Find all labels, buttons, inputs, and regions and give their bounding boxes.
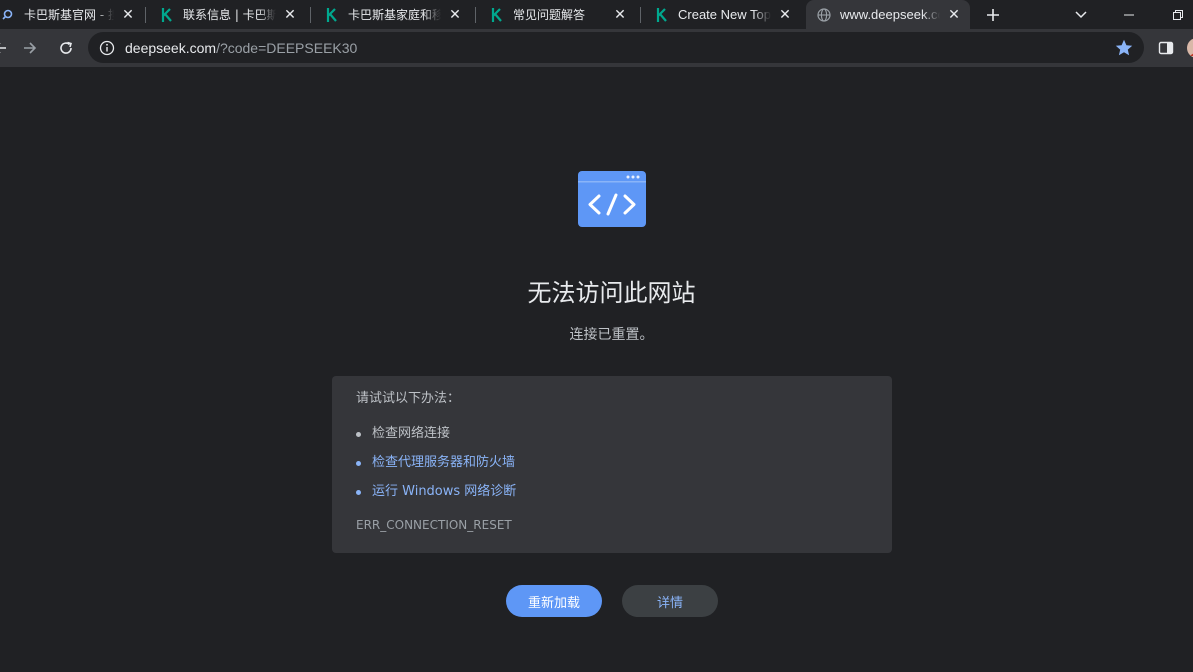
tab-separator: [145, 7, 146, 23]
close-icon[interactable]: ✕: [120, 7, 136, 23]
info-icon[interactable]: [99, 40, 115, 56]
restore-button[interactable]: [1164, 0, 1192, 29]
reload-page-button[interactable]: 重新加载: [506, 585, 602, 617]
tab-home-mobile[interactable]: 卡巴斯基家庭和移动 ✕: [319, 0, 469, 29]
tab-search-button[interactable]: [1070, 0, 1092, 29]
minimize-button[interactable]: [1115, 0, 1143, 29]
tab-separator: [475, 7, 476, 23]
tab-title: 卡巴斯基家庭和移动: [348, 6, 441, 23]
suggestion-check-network: 检查网络连接: [356, 426, 868, 455]
kaspersky-logo-icon: [159, 7, 175, 23]
tab-strip: 卡巴斯基官网 - 搜索 ✕ 联系信息 | 卡巴斯基 ✕ 卡巴斯基家庭和移动 ✕ …: [0, 0, 1193, 29]
side-panel-button[interactable]: [1152, 34, 1180, 62]
tab-separator: [640, 7, 641, 23]
url-host: deepseek.com: [125, 39, 217, 56]
close-icon[interactable]: ✕: [282, 7, 298, 23]
error-code: ERR_CONNECTION_RESET: [356, 518, 512, 532]
tab-faq[interactable]: 常见问题解答 ✕: [484, 0, 634, 29]
forward-button[interactable]: [16, 34, 44, 62]
page-title: 无法访问此网站: [527, 280, 696, 307]
toolbar: deepseek.com/?code=DEEPSEEK30: [0, 29, 1193, 67]
reload-button[interactable]: [52, 34, 80, 62]
minimize-icon: [1124, 14, 1134, 15]
tab-title: 常见问题解答: [513, 6, 606, 23]
suggestion-run-diagnostics-link[interactable]: 运行 Windows 网络诊断: [356, 484, 868, 513]
bookmark-star-icon[interactable]: [1114, 38, 1134, 58]
chevron-down-icon: [1075, 10, 1087, 18]
suggestions-intro: 请试试以下办法：: [356, 391, 461, 406]
suggestions-box: 请试试以下办法： 检查网络连接 检查代理服务器和防火墙 运行 Windows 网…: [332, 376, 892, 553]
side-panel-icon: [1158, 41, 1174, 55]
close-icon[interactable]: ✕: [777, 7, 793, 23]
url-text[interactable]: deepseek.com/?code=DEEPSEEK30: [125, 40, 357, 56]
suggestion-check-proxy-link[interactable]: 检查代理服务器和防火墙: [356, 455, 868, 484]
kaspersky-logo-icon: [324, 7, 340, 23]
code-window-icon: [578, 171, 646, 227]
url-path: /?code=DEEPSEEK30: [216, 39, 358, 56]
back-button[interactable]: [0, 34, 14, 62]
address-bar[interactable]: deepseek.com/?code=DEEPSEEK30: [88, 32, 1144, 63]
restore-icon: [1173, 9, 1183, 20]
tab-contact-info[interactable]: 联系信息 | 卡巴斯基 ✕: [154, 0, 304, 29]
suggestions-list: 检查网络连接 检查代理服务器和防火墙 运行 Windows 网络诊断: [356, 426, 868, 513]
tab-title: 联系信息 | 卡巴斯基: [183, 6, 276, 23]
close-icon[interactable]: ✕: [612, 7, 628, 23]
tab-deepseek[interactable]: www.deepseek.com ✕: [806, 0, 970, 29]
error-page: 无法访问此网站 连接已重置。 请试试以下办法： 检查网络连接 检查代理服务器和防…: [0, 67, 1193, 672]
tab-title: www.deepseek.com: [840, 7, 940, 22]
globe-icon: [816, 7, 832, 23]
kaspersky-logo-icon: [489, 7, 505, 23]
tab-create-topic[interactable]: Create New Topic ✕: [649, 0, 799, 29]
avatar-icon: [1187, 38, 1193, 58]
plus-icon: [987, 8, 999, 21]
profile-avatar[interactable]: [1183, 34, 1193, 62]
close-icon[interactable]: ✕: [946, 7, 962, 23]
arrow-left-icon: [0, 43, 6, 53]
error-description: 连接已重置。: [569, 327, 654, 343]
arrow-right-icon: [24, 42, 37, 54]
close-icon[interactable]: ✕: [447, 7, 463, 23]
tab-kaspersky-search[interactable]: 卡巴斯基官网 - 搜索 ✕: [0, 0, 142, 29]
tab-separator: [310, 7, 311, 23]
search-icon: [0, 7, 16, 23]
new-tab-button[interactable]: [982, 0, 1004, 29]
tab-title: 卡巴斯基官网 - 搜索: [24, 6, 114, 23]
kaspersky-logo-icon: [654, 7, 670, 23]
refresh-icon: [60, 41, 72, 54]
details-button[interactable]: 详情: [622, 585, 718, 617]
tab-title: Create New Topic: [678, 7, 771, 22]
